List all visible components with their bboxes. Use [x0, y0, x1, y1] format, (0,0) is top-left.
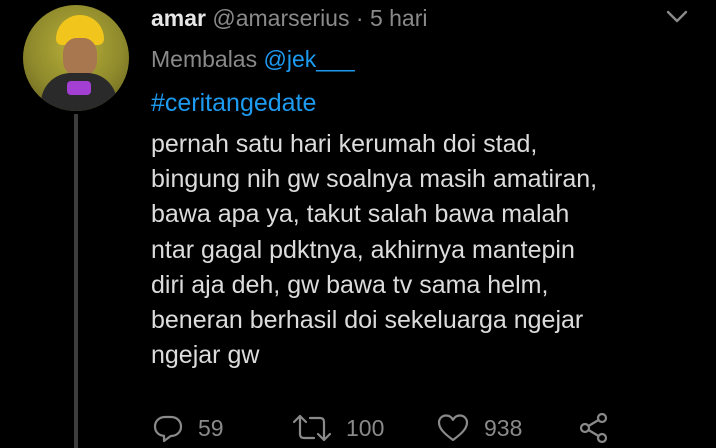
reply-mention-link[interactable]: @jek___ [264, 46, 355, 72]
hashtag-link[interactable]: #ceritangedate [151, 88, 316, 118]
timestamp[interactable]: 5 hari [370, 5, 428, 31]
avatar[interactable] [23, 5, 129, 111]
tweet-body-line: ngejar gw [151, 341, 260, 370]
bowtie-shape [67, 81, 91, 95]
tweet-actions: 59 100 938 [150, 412, 716, 448]
share-button[interactable] [578, 412, 610, 444]
share-icon [579, 412, 608, 444]
display-name[interactable]: amar [151, 5, 206, 31]
retweet-button[interactable]: 100 [292, 412, 384, 444]
reply-prefix: Membalas [151, 46, 258, 72]
thread-line [74, 114, 78, 448]
reply-icon [153, 415, 183, 443]
like-count: 938 [484, 414, 523, 441]
tweet-body-line: diri aja deh, gw bawa tv sama helm, [151, 270, 549, 299]
separator-dot: · [355, 5, 364, 31]
reply-button[interactable]: 59 [152, 412, 224, 444]
retweet-icon [292, 414, 332, 442]
tweet-body-line: ntar gagal pdktnya, akhirnya mantepin [151, 235, 575, 264]
like-icon [437, 414, 469, 442]
reply-context: Membalas @jek___ [151, 45, 355, 73]
chevron-down-icon[interactable] [666, 10, 688, 24]
tweet-header: amar @amarserius · 5 hari [151, 4, 427, 32]
tweet-body-line: pernah satu hari kerumah doi stad, [151, 130, 538, 158]
tweet-body-line: bingung nih gw soalnya masih amatiran, [151, 165, 598, 194]
like-button[interactable]: 938 [436, 412, 522, 444]
tweet-body: pernah satu hari kerumah doi stad, bingu… [151, 127, 696, 373]
face-shape [63, 38, 97, 76]
user-handle[interactable]: @amarserius [212, 5, 349, 31]
reply-count: 59 [198, 414, 224, 441]
retweet-count: 100 [346, 414, 385, 441]
tweet-body-line: bawa apa ya, takut salah bawa malah [151, 200, 570, 229]
tweet-body-line: beneran berhasil doi sekeluarga ngejar [151, 306, 584, 335]
